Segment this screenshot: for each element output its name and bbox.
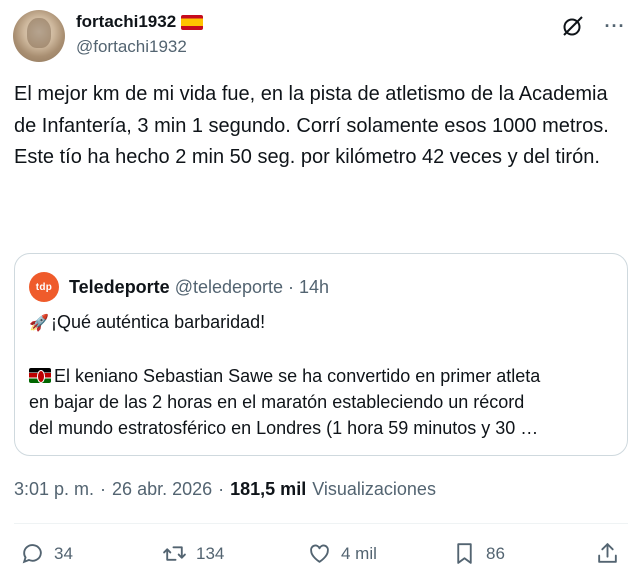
bookmark-button[interactable]: 86 xyxy=(452,541,505,566)
quoted-separator: · xyxy=(288,276,295,297)
kenya-flag-icon xyxy=(29,368,51,383)
spain-flag-icon xyxy=(181,14,204,30)
bookmark-count: 86 xyxy=(486,543,505,563)
grok-icon[interactable] xyxy=(561,14,585,38)
tweet-meta: 3:01 p. m. · 26 abr. 2026 · 181,5 mil Vi… xyxy=(14,479,436,500)
author-handle[interactable]: @fortachi1932 xyxy=(76,36,203,58)
repost-count: 134 xyxy=(196,543,225,563)
quoted-line-4: del mundo estratosférico en Londres (1 h… xyxy=(29,418,539,438)
author-display-name[interactable]: fortachi1932 xyxy=(76,12,204,32)
heart-icon xyxy=(310,544,329,563)
tweet-text: El mejor km de mi vida fue, en la pista … xyxy=(14,79,626,174)
quoted-line-3: en bajar de las 2 horas en el maratón es… xyxy=(29,392,525,412)
meta-separator-1: · xyxy=(100,479,107,499)
quoted-tweet-header: tdp Teledeporte @teledeporte · 14h xyxy=(29,272,329,302)
views-count: 181,5 mil xyxy=(230,479,307,499)
quoted-line-2-text: El keniano Sebastian Sawe se ha converti… xyxy=(54,366,541,386)
reply-button[interactable]: 34 xyxy=(20,541,73,566)
quoted-blank-line xyxy=(29,337,619,363)
tweet-paragraph-2: Este tío ha hecho 2 min 50 seg. por kiló… xyxy=(14,146,600,168)
rocket-icon: 🚀 xyxy=(29,315,49,332)
header-actions: ··· xyxy=(561,14,627,38)
quoted-line-1-text: ¡Qué auténtica barbaridad! xyxy=(51,312,266,332)
like-count: 4 mil xyxy=(341,543,377,563)
tweet-header: fortachi1932 @fortachi1932 ··· xyxy=(13,10,627,62)
tweet-paragraph-1: El mejor km de mi vida fue, en la pista … xyxy=(14,83,609,137)
quoted-author-name: Teledeporte xyxy=(69,276,170,297)
share-button[interactable] xyxy=(595,541,620,566)
quoted-tweet-body: 🚀 ¡Qué auténtica barbaridad! El keniano S… xyxy=(29,309,619,441)
bookmark-icon xyxy=(457,543,472,564)
quoted-line-2: El keniano Sebastian Sawe se ha converti… xyxy=(29,363,619,389)
quoted-line-1: 🚀 ¡Qué auténtica barbaridad! xyxy=(29,309,619,337)
repost-icon xyxy=(163,546,186,561)
author-block: fortachi1932 @fortachi1932 xyxy=(76,12,204,58)
reply-count: 34 xyxy=(54,543,73,563)
reply-icon xyxy=(22,544,42,564)
tweet-time[interactable]: 3:01 p. m. xyxy=(14,479,94,500)
quoted-tweet[interactable]: tdp Teledeporte @teledeporte · 14h 🚀 ¡Qué… xyxy=(14,253,628,456)
like-button[interactable]: 4 mil xyxy=(307,541,377,566)
quoted-time: 14h xyxy=(299,276,330,297)
teledeporte-logo: tdp xyxy=(29,272,59,302)
avatar[interactable] xyxy=(13,10,65,62)
tweet-date[interactable]: 26 abr. 2026 xyxy=(112,479,212,500)
divider xyxy=(14,523,628,524)
share-icon xyxy=(598,543,617,563)
meta-separator-2: · xyxy=(218,479,225,499)
action-bar: 34 134 4 mil 86 xyxy=(20,541,625,573)
repost-button[interactable]: 134 xyxy=(162,541,224,566)
views-label[interactable]: Visualizaciones xyxy=(312,479,436,500)
more-icon[interactable]: ··· xyxy=(603,14,627,38)
author-name-text[interactable]: fortachi1932 xyxy=(76,12,176,32)
quoted-author-handle: @teledeporte xyxy=(174,276,284,297)
